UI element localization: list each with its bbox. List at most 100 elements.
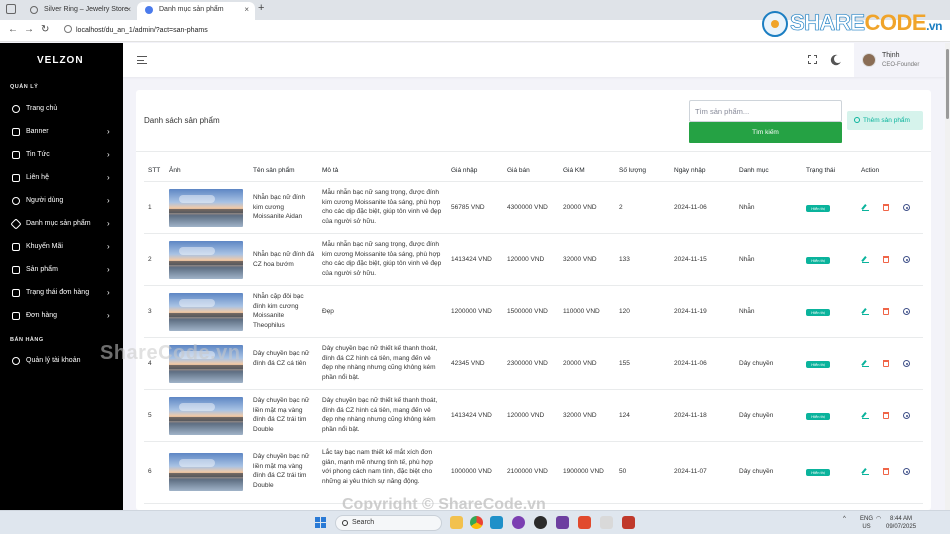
sidebar-item-categories[interactable]: Danh mục sản phẩm ›	[0, 216, 123, 232]
sidebar-item-dashboard[interactable]: Trang chủ	[0, 101, 123, 117]
news-icon	[12, 151, 20, 159]
column-header: Ảnh	[169, 167, 181, 174]
sale-price: 2300000 VND	[507, 360, 548, 367]
back-icon[interactable]: ←	[8, 24, 18, 35]
teams-icon[interactable]	[512, 516, 525, 529]
product-description: Dây chuyền bạc nữ thiết kế thanh thoát, …	[322, 397, 438, 433]
trash-icon[interactable]	[883, 256, 889, 263]
sidebar-item-products[interactable]: Sản phẩm ›	[0, 262, 123, 278]
user-role: CEO-Founder	[882, 62, 920, 68]
sidebar-item-orders[interactable]: Đơn hàng ›	[0, 308, 123, 324]
search-button[interactable]: Tìm kiếm	[689, 122, 842, 143]
edit-icon[interactable]	[862, 308, 869, 315]
edit-icon[interactable]	[862, 468, 869, 475]
column-header: Action	[861, 167, 880, 174]
trash-icon[interactable]	[883, 412, 889, 419]
scrollbar-thumb[interactable]	[946, 49, 949, 119]
row-index: 3	[148, 308, 152, 315]
reload-icon[interactable]: ↻	[41, 24, 49, 35]
url-field[interactable]: localhost/du_an_1/admin/?act=san-phams	[64, 24, 208, 38]
edit-icon[interactable]	[862, 360, 869, 367]
vscode-icon[interactable]	[490, 516, 503, 529]
account-icon	[12, 357, 20, 365]
terminal-icon[interactable]	[534, 516, 547, 529]
tray-chevron-icon[interactable]: ^	[843, 515, 846, 523]
page-scrollbar[interactable]	[945, 43, 950, 510]
table-row: 1 Nhẫn bạc nữ đính kim cương Moissanite …	[144, 182, 923, 234]
sidebar-item-banner[interactable]: Banner ›	[0, 124, 123, 140]
product-description: Lắc tay bạc nam thiết kế mắt xích đơn gi…	[322, 449, 433, 485]
trash-icon[interactable]	[883, 308, 889, 315]
chrome-icon[interactable]	[470, 516, 483, 529]
trash-icon[interactable]	[883, 204, 889, 211]
menu-section-title: BÁN HÀNG	[10, 337, 44, 343]
site-info-icon[interactable]	[64, 25, 72, 33]
edit-icon[interactable]	[862, 204, 869, 211]
card-header: Danh sách sản phẩm Tìm kiếm Thêm sản phẩ…	[136, 90, 931, 152]
visual-studio-icon[interactable]	[556, 516, 569, 529]
search-input[interactable]	[689, 100, 842, 122]
promo-price: 110000 VND	[563, 308, 600, 315]
product-description: Đẹp	[322, 308, 334, 315]
sidebar-item-users[interactable]: Người dùng ›	[0, 193, 123, 209]
wifi-icon[interactable]: ◠	[876, 515, 881, 523]
product-description: Mẫu nhẫn bạc nữ sang trọng, được đính ki…	[322, 241, 442, 277]
image-icon	[12, 128, 20, 136]
sidebar-item-news[interactable]: Tin Tức ›	[0, 147, 123, 163]
status-badge: Hiển thị	[806, 257, 830, 264]
row-index: 1	[148, 204, 152, 211]
eye-icon[interactable]	[903, 308, 910, 315]
promo-price: 32000 VND	[563, 412, 597, 419]
sidebar: VELZON QUẢN LÝ Trang chủ Banner › Tin Tứ…	[0, 43, 123, 510]
forward-icon[interactable]: →	[24, 24, 34, 35]
contact-icon	[12, 174, 20, 182]
menu-section-title: QUẢN LÝ	[10, 84, 39, 90]
app-icon[interactable]	[622, 516, 635, 529]
language-indicator[interactable]: ENG US	[860, 515, 873, 531]
file-explorer-icon[interactable]	[450, 516, 463, 529]
app-icon[interactable]	[578, 516, 591, 529]
sidebar-item-contact[interactable]: Liên hệ ›	[0, 170, 123, 186]
chevron-right-icon: ›	[107, 242, 110, 251]
sidebar-item-order-status[interactable]: Trạng thái đơn hàng ›	[0, 285, 123, 301]
fullscreen-icon[interactable]	[808, 55, 817, 64]
user-profile[interactable]: Thịnh CEO-Founder	[854, 43, 945, 77]
chevron-right-icon: ›	[107, 127, 110, 136]
system-clock[interactable]: 8:44 AM 09/07/2025	[886, 515, 916, 531]
quantity: 50	[619, 468, 627, 475]
trash-icon[interactable]	[883, 468, 889, 475]
product-image	[169, 453, 243, 491]
column-header: Trạng thái	[806, 167, 836, 174]
add-product-button[interactable]: Thêm sản phẩm	[847, 111, 923, 130]
windows-start-icon[interactable]	[315, 517, 326, 528]
sidebar-item-promotions[interactable]: Khuyến Mãi ›	[0, 239, 123, 255]
hamburger-menu-icon[interactable]	[137, 56, 147, 64]
eye-icon[interactable]	[903, 468, 910, 475]
product-image	[169, 241, 243, 279]
close-icon[interactable]: ×	[244, 2, 249, 18]
brand-logo[interactable]: VELZON	[37, 55, 84, 66]
column-header: Số lượng	[619, 167, 647, 174]
browser-tab-1[interactable]: Silver Ring – Jewelry Store ×	[22, 2, 137, 20]
eye-icon[interactable]	[903, 360, 910, 367]
taskbar-search[interactable]: Search	[335, 515, 442, 531]
dark-mode-icon[interactable]	[834, 55, 842, 63]
eye-icon[interactable]	[903, 256, 910, 263]
category: Dây chuyền	[739, 360, 774, 367]
tab-menu-icon[interactable]	[6, 4, 16, 14]
import-price: 1413424 VND	[451, 412, 492, 419]
product-name: Dây chuyền bạc nữ liền mặt mạ vàng đính …	[253, 453, 310, 489]
chevron-right-icon: ›	[107, 288, 110, 297]
app-icon[interactable]	[600, 516, 613, 529]
close-icon[interactable]: ×	[126, 2, 131, 18]
edit-icon[interactable]	[862, 256, 869, 263]
new-tab-icon[interactable]: +	[258, 2, 264, 14]
eye-icon[interactable]	[903, 412, 910, 419]
chevron-right-icon: ›	[107, 311, 110, 320]
product-name: Nhẫn bạc nữ đính đá CZ hoa bướm	[253, 251, 315, 268]
trash-icon[interactable]	[883, 360, 889, 367]
watermark-text: ShareCode.vn	[100, 342, 241, 364]
eye-icon[interactable]	[903, 204, 910, 211]
browser-tab-2[interactable]: Danh mục sản phẩm ×	[137, 2, 255, 20]
edit-icon[interactable]	[862, 412, 869, 419]
